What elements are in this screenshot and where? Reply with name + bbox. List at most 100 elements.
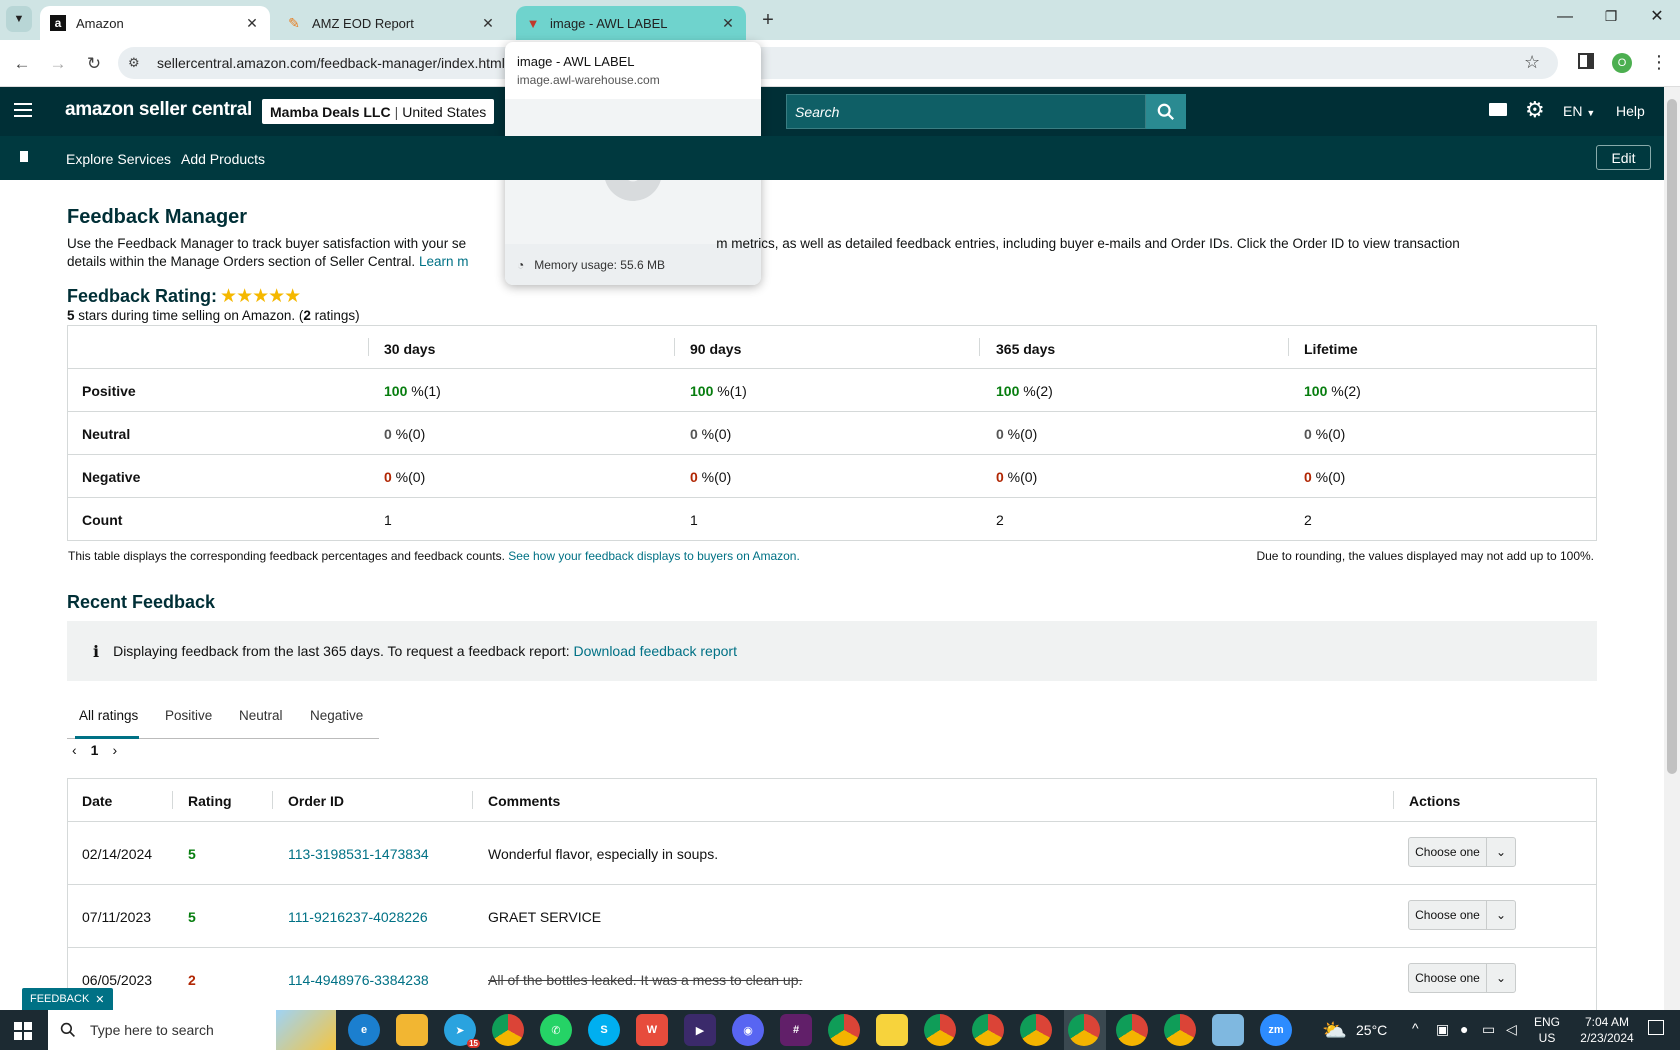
search-icon [1157, 103, 1174, 120]
intro-text: Use the Feedback Manager to track buyer … [67, 236, 1460, 269]
restore-button[interactable]: ❐ [1596, 8, 1626, 32]
notepad-icon[interactable] [1212, 1014, 1244, 1046]
learn-more-link[interactable]: Learn m [419, 254, 469, 269]
chrome-profile-o-icon[interactable] [1068, 1014, 1100, 1046]
edit-button[interactable]: Edit [1596, 145, 1651, 170]
rounding-note: Due to rounding, the values displayed ma… [1256, 549, 1594, 563]
account-switcher[interactable]: Mamba Deals LLC | United States [262, 99, 495, 124]
close-icon[interactable]: ✕ [244, 15, 260, 32]
bookmark-icon[interactable] [20, 151, 28, 162]
action-select[interactable]: Choose one ⌄ [1408, 900, 1516, 930]
site-info-icon[interactable]: ⚙ [128, 55, 140, 71]
sticky-notes-icon[interactable] [876, 1014, 908, 1046]
reload-icon[interactable]: ↻ [80, 50, 108, 78]
tab-title: AMZ EOD Report [312, 15, 414, 31]
media-player-icon[interactable]: ▶ [684, 1014, 716, 1046]
search-highlight-image [276, 1010, 336, 1050]
buyer-display-link[interactable]: See how your feedback displays to buyers… [508, 549, 800, 563]
windows-start-icon[interactable] [14, 1022, 32, 1040]
chevron-left-icon[interactable]: ‹ [72, 742, 77, 758]
action-select[interactable]: Choose one ⌄ [1408, 963, 1516, 993]
chrome-icon[interactable] [492, 1014, 524, 1046]
row-count: Count 1 1 2 2 [82, 512, 1312, 528]
help-link[interactable]: Help [1616, 103, 1645, 119]
browser-menu-icon[interactable]: ⋮ [1650, 52, 1668, 73]
chrome-profile-f-icon[interactable] [828, 1014, 860, 1046]
info-icon: i [93, 641, 100, 661]
chrome-profile-j3-icon[interactable] [1164, 1014, 1196, 1046]
forward-icon[interactable]: → [44, 50, 72, 78]
seller-central-logo[interactable]: amazon seller central [65, 99, 252, 121]
language-selector[interactable]: EN ▼ [1563, 103, 1595, 119]
chrome-profile-j2-icon[interactable] [1020, 1014, 1052, 1046]
nav-explore-services[interactable]: Explore Services [66, 151, 171, 167]
hamburger-icon[interactable] [14, 103, 32, 117]
whatsapp-icon[interactable]: ✆ [540, 1014, 572, 1046]
notification-icon[interactable] [1648, 1020, 1664, 1035]
account-name: Mamba Deals LLC [270, 103, 391, 120]
tab-awl-label[interactable]: ▼ image - AWL LABEL ✕ [516, 6, 746, 40]
awl-icon: ▼ [526, 15, 540, 31]
download-report-link[interactable]: Download feedback report [574, 643, 737, 659]
tab-neutral[interactable]: Neutral [239, 708, 283, 723]
new-tab-button[interactable]: + [756, 8, 780, 32]
slack-icon[interactable]: # [780, 1014, 812, 1046]
chrome-profile-m-icon[interactable] [1116, 1014, 1148, 1046]
rating-stars-icon: ★★★★★ [220, 286, 301, 307]
tab-positive[interactable]: Positive [165, 708, 212, 723]
back-icon[interactable]: ← [8, 50, 36, 78]
tab-search-button[interactable]: ▼ [6, 6, 32, 32]
close-icon[interactable]: ✕ [95, 993, 104, 1006]
amazon-icon: a [50, 15, 66, 31]
zoom-icon[interactable]: zm [1260, 1014, 1292, 1046]
tab-negative[interactable]: Negative [310, 708, 363, 723]
tab-amazon[interactable]: a Amazon ✕ [40, 6, 270, 40]
camera-icon[interactable]: ▣ [1436, 1021, 1449, 1038]
rating-table: 30 days 90 days 365 days Lifetime Positi… [67, 325, 1597, 541]
order-id-link[interactable]: 113-3198531-1473834 [288, 846, 429, 862]
order-id-link[interactable]: 114-4948976-3384238 [288, 972, 429, 988]
close-icon[interactable]: ✕ [480, 15, 496, 32]
network-icon[interactable]: ▭ [1482, 1021, 1495, 1038]
tab-eod-report[interactable]: ✎ AMZ EOD Report ✕ [276, 6, 506, 40]
edge-icon[interactable]: e [348, 1014, 380, 1046]
volume-icon[interactable]: ◁ [1506, 1021, 1517, 1038]
nav-add-products[interactable]: Add Products [181, 151, 265, 167]
chevron-right-icon[interactable]: › [112, 742, 117, 758]
tray-chevron-icon[interactable]: ^ [1412, 1020, 1419, 1036]
search-input[interactable]: Search [786, 94, 1146, 129]
bookmark-star-icon[interactable]: ☆ [1524, 52, 1540, 73]
language-indicator[interactable]: ENG US [1534, 1014, 1560, 1046]
side-panel-icon[interactable] [1578, 53, 1594, 69]
taskbar-search-input[interactable]: Type here to search [48, 1010, 336, 1050]
url-text: sellercentral.amazon.com/feedback-manage… [157, 55, 505, 71]
rating-summary: 5 stars during time selling on Amazon. (… [67, 308, 360, 323]
discord-icon[interactable]: ◉ [732, 1014, 764, 1046]
weather-icon[interactable]: ⛅ [1322, 1018, 1347, 1043]
skype-icon[interactable]: S [588, 1014, 620, 1046]
chevron-down-icon: ⌄ [1495, 908, 1507, 922]
tab-title: Amazon [76, 15, 124, 31]
order-id-link[interactable]: 111-9216237-4028226 [288, 909, 428, 925]
chrome-profile-a-icon[interactable] [924, 1014, 956, 1046]
telegram-icon[interactable]: ➤ 15 [444, 1014, 480, 1048]
file-explorer-icon[interactable] [396, 1014, 428, 1046]
close-icon[interactable]: ✕ [720, 15, 736, 32]
microphone-icon[interactable]: ● [1460, 1021, 1468, 1037]
scrollbar-thumb[interactable] [1667, 99, 1677, 774]
mail-icon[interactable] [1489, 103, 1507, 116]
wps-icon[interactable]: W [636, 1014, 668, 1046]
close-window-button[interactable]: ✕ [1642, 6, 1672, 30]
tab-all-ratings[interactable]: All ratings [79, 708, 138, 723]
settings-gear-icon[interactable]: ⚙ [1525, 97, 1545, 123]
action-select[interactable]: Choose one ⌄ [1408, 837, 1516, 867]
feedback-button[interactable]: FEEDBACK ✕ [22, 988, 113, 1010]
hover-card-domain: image.awl-warehouse.com [517, 73, 660, 87]
page-scrollbar[interactable] [1664, 87, 1680, 1010]
clock[interactable]: 7:04 AM 2/23/2024 [1570, 1014, 1644, 1046]
chrome-profile-j-icon[interactable] [972, 1014, 1004, 1046]
minimize-button[interactable]: — [1550, 8, 1580, 32]
profile-avatar[interactable]: O [1612, 53, 1632, 73]
page-number[interactable]: 1 [91, 742, 99, 758]
search-button[interactable] [1146, 94, 1186, 129]
